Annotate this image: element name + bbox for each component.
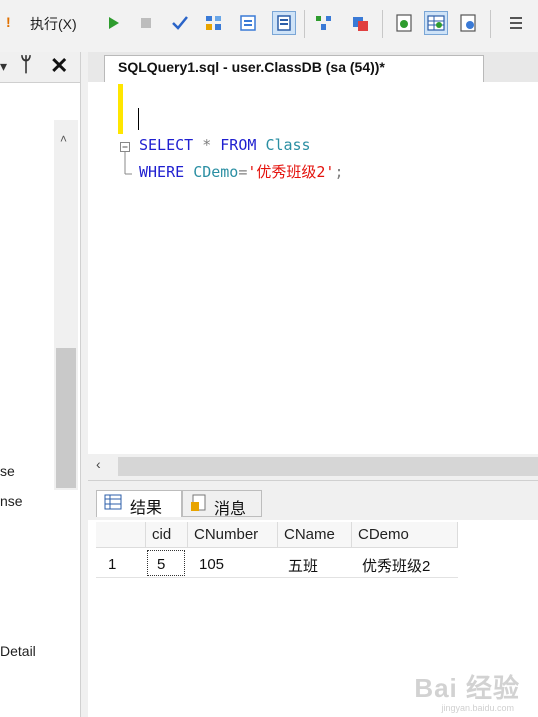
cell-cnumber[interactable]: 105 xyxy=(199,556,224,573)
keyword-select: SELECT xyxy=(139,136,194,154)
table-identifier: Class xyxy=(265,136,311,154)
column-identifier: CDemo xyxy=(193,163,239,181)
watermark-logo: Bai 经验 xyxy=(414,673,520,703)
tab-results-label: 结果 xyxy=(130,500,163,517)
tab-messages-label: 消息 xyxy=(214,501,247,518)
scroll-up-icon[interactable]: ˄ xyxy=(60,132,67,146)
tree-item-3[interactable]: Detail xyxy=(0,643,36,659)
editor-scroll-thumb[interactable] xyxy=(118,457,538,476)
results-text-icon[interactable] xyxy=(394,13,414,33)
cell-cid[interactable]: 5 xyxy=(157,556,165,573)
include-plan-icon[interactable] xyxy=(314,13,334,33)
parse-check-icon[interactable] xyxy=(170,13,190,33)
tab-title: SQLQuery1.sql - user.ClassDB (sa (54))* xyxy=(118,59,385,75)
cell-cname[interactable]: 五班 xyxy=(288,555,318,576)
change-marker-bar xyxy=(118,84,123,134)
column-header-cname[interactable]: CName xyxy=(278,522,352,548)
results-file-icon[interactable] xyxy=(458,13,478,33)
toolbar-separator xyxy=(490,10,491,38)
text-cursor xyxy=(138,108,139,130)
display-plan-icon[interactable] xyxy=(238,13,258,33)
stop-icon[interactable] xyxy=(136,13,156,33)
code-line-2: WHERE CDemo='优秀班级2'; xyxy=(139,161,344,182)
column-header-cnumber[interactable]: CNumber xyxy=(188,522,278,548)
keyword-from: FROM xyxy=(220,136,257,154)
tree-item-1[interactable]: se xyxy=(0,463,15,479)
code-line-1: SELECT * FROM Class xyxy=(139,136,311,154)
column-header-cid[interactable]: cid xyxy=(146,522,188,548)
tree-item-2[interactable]: nse xyxy=(0,493,23,509)
selected-cell-focus[interactable] xyxy=(147,550,185,576)
row-header-corner[interactable] xyxy=(96,522,146,548)
string-literal: '优秀班级2' xyxy=(247,163,335,181)
panel-dropdown-icon[interactable]: ▾ xyxy=(0,58,7,75)
execute-button[interactable]: 执行(X) xyxy=(30,14,77,34)
panel-scroll-thumb[interactable] xyxy=(56,348,76,488)
comment-lines-icon[interactable] xyxy=(506,13,526,33)
query-options-icon[interactable] xyxy=(204,13,224,33)
collapse-outline-icon[interactable] xyxy=(118,138,134,180)
watermark-url: jingyan.baidu.com xyxy=(441,703,514,713)
results-grid-icon xyxy=(427,15,445,31)
operator-star: * xyxy=(202,136,212,154)
grid-results-icon xyxy=(277,15,291,31)
row-number: 1 xyxy=(108,556,117,573)
cell-cdemo[interactable]: 优秀班级2 xyxy=(362,555,430,576)
column-header-cdemo[interactable]: CDemo xyxy=(352,522,458,548)
close-panel-icon[interactable]: ✕ xyxy=(50,53,68,79)
client-stats-icon[interactable] xyxy=(350,13,370,33)
debug-play-icon[interactable] xyxy=(104,13,124,33)
toolbar-separator xyxy=(382,10,383,38)
keyword-where: WHERE xyxy=(139,163,185,181)
exclamation-icon: ! xyxy=(6,14,11,30)
grid-icon xyxy=(104,494,122,510)
semicolon: ; xyxy=(334,163,344,181)
scroll-left-icon[interactable]: ‹ xyxy=(96,456,101,472)
toolbar-separator xyxy=(304,10,305,38)
pin-icon[interactable]: ᛘ xyxy=(20,54,32,77)
message-icon xyxy=(191,494,206,511)
